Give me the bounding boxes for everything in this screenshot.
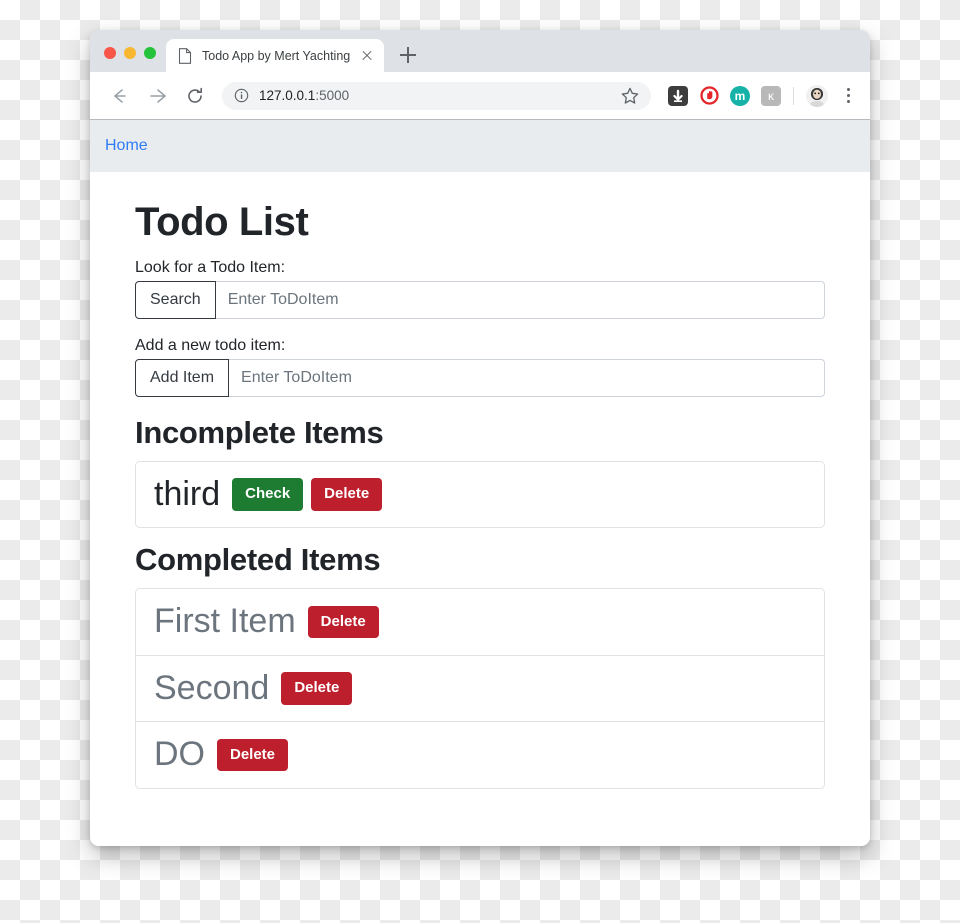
- page-title: Todo List: [135, 200, 309, 244]
- incomplete-items-list: third Check Delete: [135, 461, 825, 529]
- readability-extension-icon[interactable]: ĸ: [761, 85, 781, 106]
- add-item-input[interactable]: [229, 359, 825, 397]
- delete-button[interactable]: Delete: [217, 738, 289, 772]
- toolbar-divider: [793, 86, 794, 105]
- delete-button[interactable]: Delete: [311, 478, 383, 511]
- download-manager-icon[interactable]: [668, 85, 688, 106]
- page-container: Todo List Look for a Todo Item: Search A…: [90, 172, 870, 789]
- completed-items-heading: Completed Items: [135, 542, 381, 578]
- page-viewport: Home Todo List Look for a Todo Item: Sea…: [90, 119, 870, 846]
- add-item-button[interactable]: Add Item: [135, 359, 230, 397]
- adblock-shield-icon[interactable]: [699, 85, 719, 106]
- close-window-button[interactable]: [104, 47, 116, 59]
- profile-avatar[interactable]: [806, 84, 828, 107]
- address-bar[interactable]: 127.0.0.1:5000: [222, 81, 651, 110]
- delete-button[interactable]: Delete: [307, 605, 379, 639]
- search-button[interactable]: Search: [135, 281, 216, 319]
- add-item-input-group: Add Item: [135, 359, 825, 397]
- todo-item-text: third: [154, 475, 221, 513]
- close-icon[interactable]: [358, 47, 376, 65]
- browser-window: Todo App by Mert Yachting 127.0.0.1:5000…: [90, 30, 870, 846]
- url-port: :5000: [315, 88, 350, 103]
- check-button[interactable]: Check: [232, 478, 304, 511]
- tab-title: Todo App by Mert Yachting: [202, 48, 351, 63]
- menu-dot: [846, 100, 850, 103]
- browser-toolbar: 127.0.0.1:5000 m ĸ: [90, 72, 870, 119]
- site-navbar: Home: [90, 119, 870, 172]
- back-arrow-icon[interactable]: [104, 81, 134, 111]
- plus-icon[interactable]: [394, 41, 422, 69]
- momentum-extension-icon[interactable]: m: [730, 85, 750, 106]
- menu-dot: [846, 88, 850, 91]
- search-input-group: Search: [135, 281, 825, 319]
- delete-button[interactable]: Delete: [281, 672, 353, 705]
- nav-link-home[interactable]: Home: [105, 137, 148, 155]
- completed-items-list: First Item Delete Second Delete DO Delet…: [135, 588, 825, 789]
- bookmark-star-icon[interactable]: [619, 85, 641, 107]
- maximize-window-button[interactable]: [144, 47, 156, 59]
- list-item: DO Delete: [136, 722, 824, 787]
- reload-icon[interactable]: [180, 81, 210, 111]
- list-item: First Item Delete: [136, 589, 824, 656]
- todo-item-text: First Item: [154, 602, 296, 641]
- document-icon: [178, 47, 192, 64]
- add-item-label: Add a new todo item:: [135, 337, 286, 354]
- url-text: 127.0.0.1:5000: [259, 88, 615, 103]
- list-item: third Check Delete: [136, 462, 824, 527]
- url-host: 127.0.0.1: [259, 88, 316, 103]
- menu-dot: [846, 94, 850, 97]
- window-traffic-lights: [90, 47, 166, 72]
- tab-strip: Todo App by Mert Yachting: [90, 30, 870, 72]
- list-item: Second Delete: [136, 656, 824, 723]
- todo-item-text: DO: [154, 735, 205, 774]
- search-label: Look for a Todo Item:: [135, 259, 286, 276]
- three-dot-menu-icon[interactable]: [838, 84, 858, 108]
- minimize-window-button[interactable]: [124, 47, 136, 59]
- forward-arrow-icon[interactable]: [142, 81, 172, 111]
- incomplete-items-heading: Incomplete Items: [135, 415, 384, 450]
- info-circle-icon[interactable]: [234, 88, 249, 103]
- todo-item-text: Second: [154, 668, 270, 707]
- search-input[interactable]: [215, 281, 825, 319]
- browser-tab[interactable]: Todo App by Mert Yachting: [166, 39, 385, 72]
